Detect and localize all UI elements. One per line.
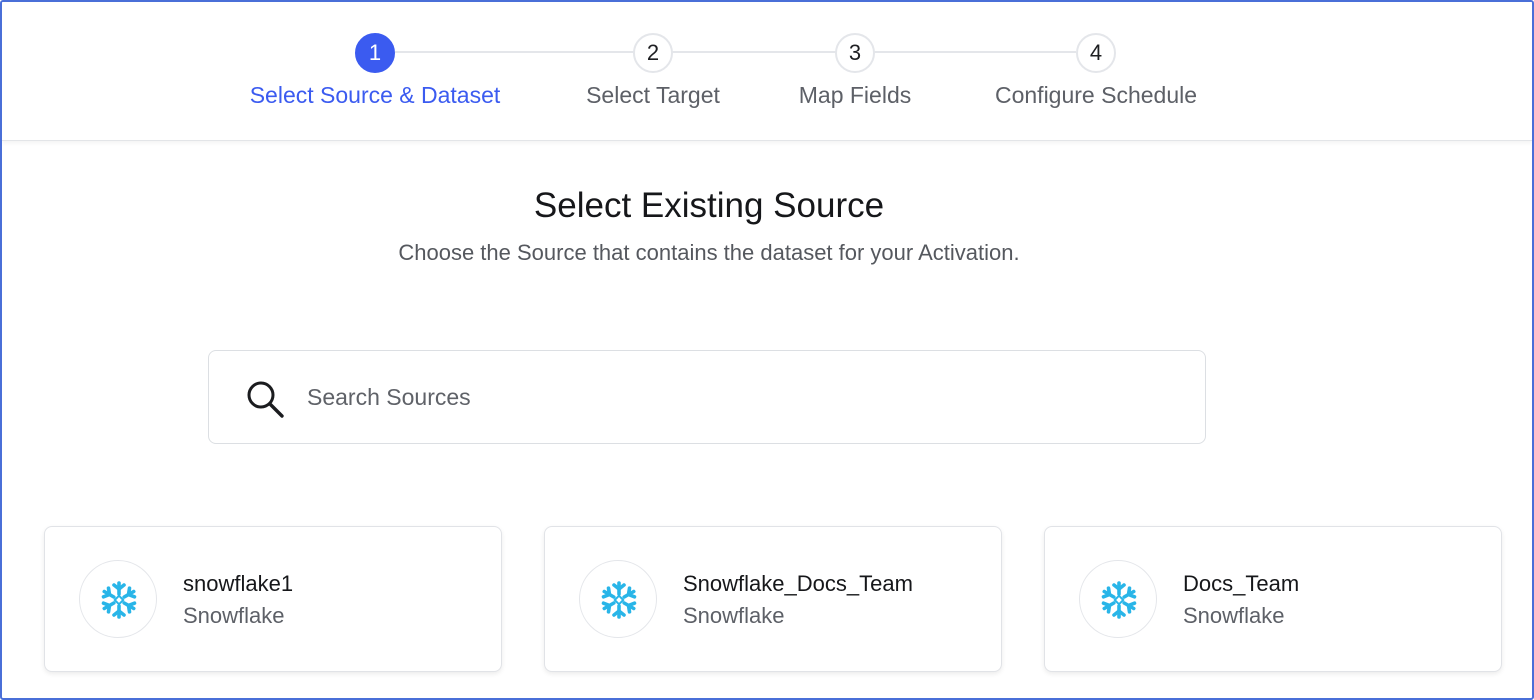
page-subtitle: Choose the Source that contains the data…	[398, 240, 1020, 265]
source-card[interactable]: Docs_Team Snowflake	[1044, 526, 1502, 672]
source-type: Snowflake	[183, 603, 285, 628]
step-connector	[672, 51, 836, 53]
step-connector	[395, 51, 634, 53]
activation-stepper: 1 Select Source & Dataset 2 Select Targe…	[2, 2, 1532, 141]
snowflake-icon	[1101, 581, 1137, 619]
source-type: Snowflake	[683, 603, 785, 628]
source-logo	[1079, 560, 1157, 638]
step-label: Configure Schedule	[994, 82, 1198, 108]
source-name: Docs_Team	[1183, 571, 1300, 596]
app-frame: 1 Select Source & Dataset 2 Select Targe…	[0, 0, 1534, 700]
source-logo	[79, 560, 157, 638]
step-number-badge: 1	[355, 33, 395, 73]
source-type: Snowflake	[1183, 603, 1285, 628]
source-card[interactable]: Snowflake_Docs_Team Snowflake	[544, 526, 1002, 672]
page-title: Select Existing Source	[533, 186, 885, 225]
step-number-badge: 3	[835, 33, 875, 73]
step-number-badge: 2	[633, 33, 673, 73]
step-number-badge: 4	[1076, 33, 1116, 73]
source-card[interactable]: snowflake1 Snowflake	[44, 526, 502, 672]
search-box[interactable]	[208, 350, 1206, 444]
snowflake-icon	[601, 581, 637, 619]
step-connector	[874, 51, 1076, 53]
search-icon	[247, 381, 284, 418]
source-logo	[579, 560, 657, 638]
snowflake-icon	[101, 581, 137, 619]
source-name: Snowflake_Docs_Team	[683, 571, 913, 596]
search-input[interactable]	[307, 373, 1167, 421]
source-name: snowflake1	[183, 571, 294, 596]
